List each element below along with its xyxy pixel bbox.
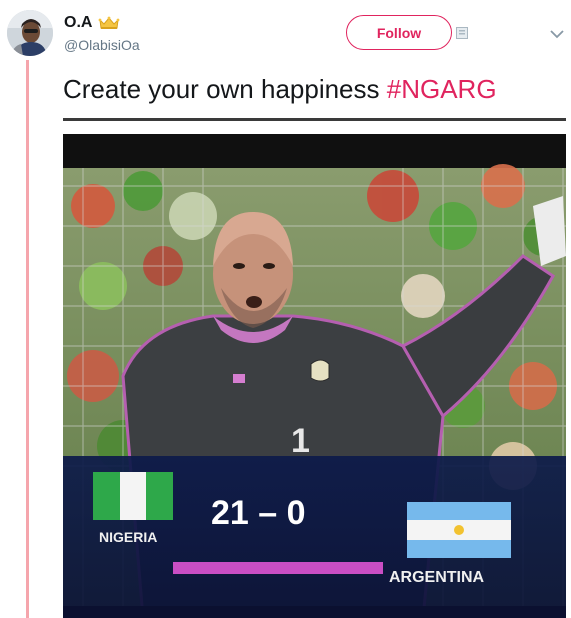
team-left-label: NIGERIA	[99, 529, 157, 545]
tweet-text: Create your own happiness #NGARG	[63, 74, 497, 105]
tweet-body: Create your own happiness	[63, 74, 387, 104]
display-name[interactable]: O.A	[64, 14, 92, 32]
jersey-number: 1	[291, 422, 310, 460]
score: 21 – 0	[211, 494, 306, 532]
tweet-media[interactable]: 1 NIGERIA 21 – 0 ARGENTINA	[63, 116, 566, 618]
user-handle[interactable]: @OlabisiOa	[64, 37, 140, 53]
goalkeeper-image: 1 NIGERIA 21 – 0 ARGENTINA	[63, 116, 566, 618]
thread-line	[26, 60, 29, 618]
name-row: O.A	[64, 13, 120, 33]
team-right-label: ARGENTINA	[389, 569, 485, 586]
avatar-image	[7, 10, 53, 56]
avatar[interactable]	[7, 10, 53, 56]
chevron-down-icon[interactable]	[550, 29, 564, 39]
follow-button[interactable]: Follow	[346, 15, 452, 50]
crown-icon	[99, 16, 120, 29]
hashtag-link[interactable]: #NGARG	[387, 74, 497, 104]
tweet-extension-icon[interactable]	[456, 27, 468, 39]
